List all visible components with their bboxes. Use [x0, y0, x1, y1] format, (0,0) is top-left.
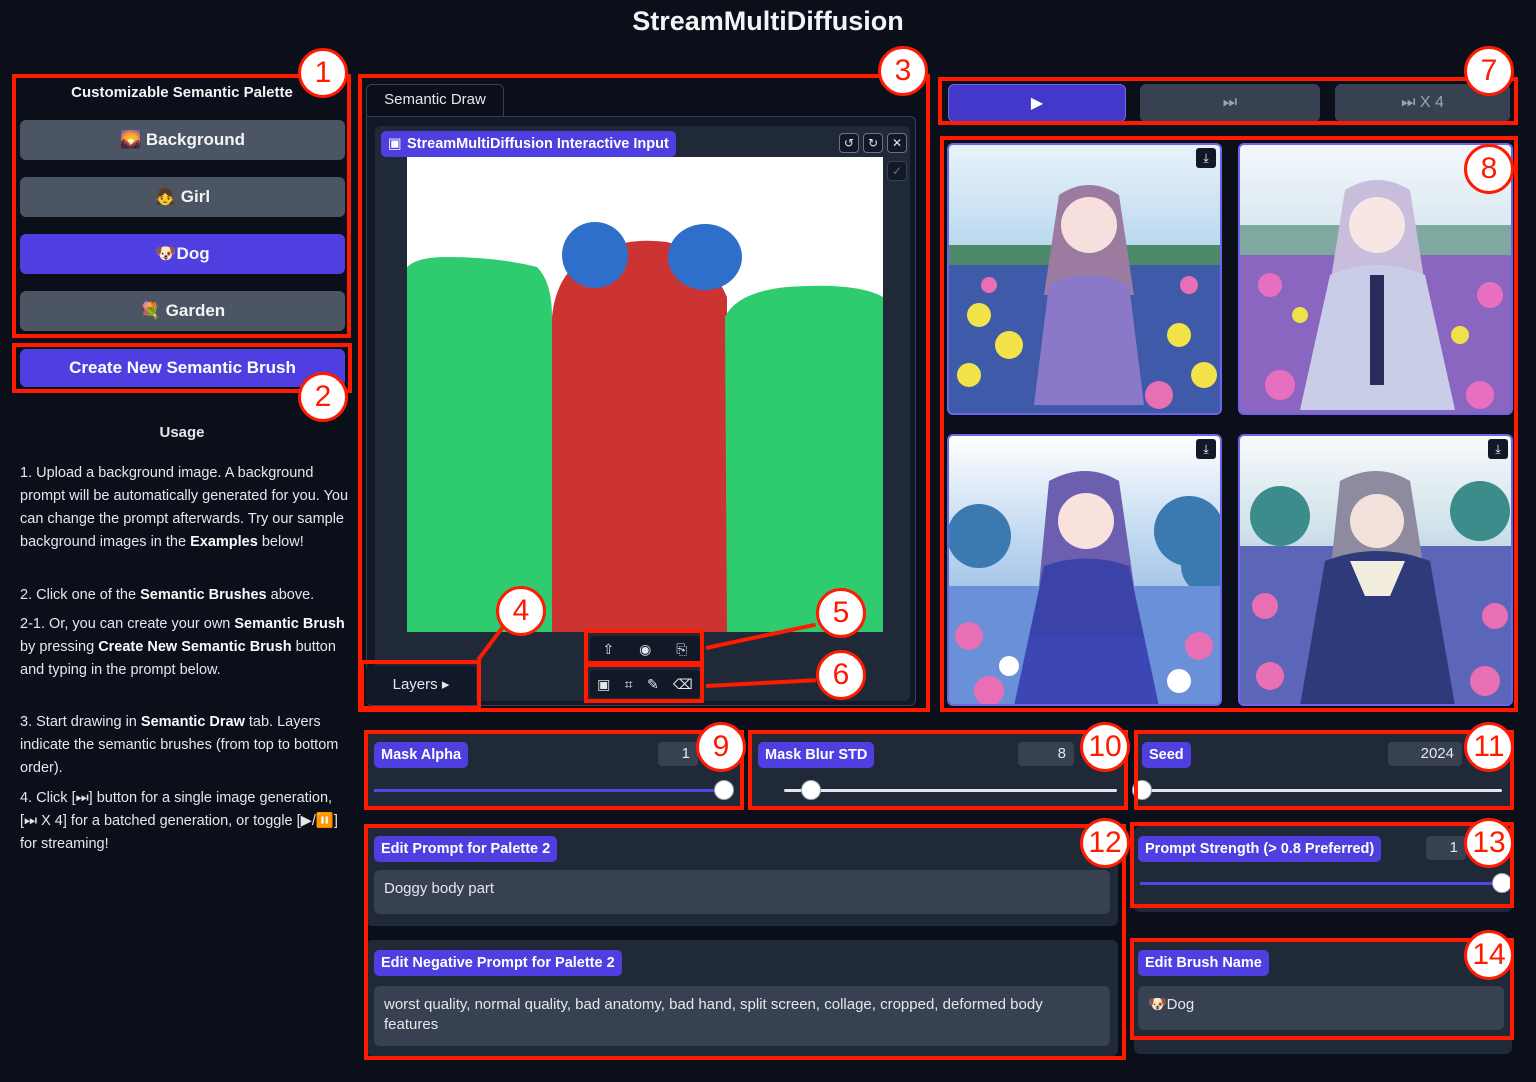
webcam-icon[interactable]: ◉ — [639, 641, 651, 658]
callout-8: 8 — [1464, 144, 1514, 194]
prompt-strength-fill — [1140, 882, 1502, 885]
check-icon[interactable]: ✓ — [887, 161, 907, 181]
close-icon[interactable]: ✕ — [887, 133, 907, 153]
generated-image-4 — [1240, 436, 1511, 704]
tool-toolbar: ▣ ⌗ ✎ ⌫ — [590, 670, 700, 698]
brush-icon[interactable]: ✎ — [647, 676, 659, 693]
clipboard-icon[interactable]: ⎘ — [676, 641, 687, 658]
canvas-drawing — [407, 222, 883, 632]
redo-icon[interactable]: ↻ — [863, 133, 883, 153]
brush-background-button[interactable]: 🌄 Background — [20, 120, 345, 160]
usage-step-2-1: 2-1. Or, you can create your own Semanti… — [20, 616, 345, 678]
callout-7: 7 — [1464, 46, 1514, 96]
callout-2: 2 — [298, 372, 348, 422]
drawing-canvas[interactable] — [407, 157, 883, 632]
create-brush-button[interactable]: Create New Semantic Brush — [20, 349, 345, 387]
mask-alpha-fill — [374, 789, 724, 792]
green-stroke-right — [725, 285, 883, 632]
prompt-input[interactable]: Doggy body part — [374, 870, 1110, 914]
image-tool-icon[interactable]: ▣ — [597, 676, 610, 693]
app-title: StreamMultiDiffusion — [632, 6, 904, 36]
stream-play-button[interactable]: ▶ — [948, 84, 1126, 122]
mask-blur-value[interactable]: 8 — [1018, 742, 1074, 766]
generated-image-3 — [949, 436, 1220, 704]
usage-step-3: 3. Start drawing in Semantic Draw tab. L… — [20, 714, 339, 776]
mask-blur-label: Mask Blur STD — [758, 742, 875, 768]
gallery-image-3[interactable] — [947, 434, 1222, 706]
mask-alpha-label: Mask Alpha — [374, 742, 469, 768]
usage-step-1: 1. Upload a background image. A backgrou… — [20, 465, 349, 550]
brush-name-label: Edit Brush Name — [1138, 950, 1269, 976]
callout-13: 13 — [1464, 818, 1514, 868]
eraser-icon[interactable]: ⌫ — [673, 676, 693, 693]
seed-track[interactable] — [1142, 789, 1502, 792]
brush-garden-button[interactable]: 💐 Garden — [20, 291, 345, 331]
prompt-strength-value[interactable]: 1 — [1426, 836, 1466, 860]
brush-dog-button[interactable]: 🐶Dog — [20, 234, 345, 274]
crop-icon[interactable]: ⌗ — [625, 676, 633, 693]
brush-name-input[interactable]: 🐶Dog — [1138, 986, 1504, 1030]
red-stroke-body — [552, 240, 727, 632]
editor-label: ▣ StreamMultiDiffusion Interactive Input — [381, 131, 676, 157]
palette-title: Customizable Semantic Palette — [71, 84, 293, 101]
generated-image-1 — [949, 145, 1220, 413]
green-stroke-left — [407, 257, 552, 632]
callout-11: 11 — [1464, 722, 1514, 772]
callout-10: 10 — [1080, 722, 1130, 772]
callout-9: 9 — [696, 722, 746, 772]
gallery-image-1[interactable] — [947, 143, 1222, 415]
seed-slider[interactable] — [1132, 780, 1152, 800]
blue-ear-left — [562, 222, 628, 288]
seed-label: Seed — [1142, 742, 1191, 768]
callout-3: 3 — [878, 46, 928, 96]
negative-prompt-label: Edit Negative Prompt for Palette 2 — [374, 950, 622, 976]
upload-icon[interactable]: ⇧ — [602, 641, 614, 658]
mask-blur-slider[interactable] — [800, 780, 821, 800]
download-icon[interactable]: ⤓ — [1196, 148, 1216, 168]
callout-4: 4 — [496, 586, 546, 636]
mask-alpha-slider[interactable] — [714, 780, 734, 800]
mask-blur-track[interactable] — [784, 789, 1117, 792]
download-icon[interactable]: ⤓ — [1488, 439, 1508, 459]
negative-prompt-input[interactable]: worst quality, normal quality, bad anato… — [374, 986, 1110, 1046]
callout-12: 12 — [1080, 818, 1130, 868]
mask-alpha-value[interactable]: 1 — [658, 742, 698, 766]
prompt-label: Edit Prompt for Palette 2 — [374, 836, 558, 862]
download-icon[interactable]: ⤓ — [1196, 439, 1216, 459]
gallery-image-4[interactable] — [1238, 434, 1513, 706]
callout-1: 1 — [298, 48, 348, 98]
layers-button[interactable]: Layers ▸ — [366, 666, 476, 704]
blue-ear-right — [668, 224, 742, 290]
brush-girl-button[interactable]: 👧 Girl — [20, 177, 345, 217]
usage-step-4: 4. Click [⏭] button for a single image g… — [20, 790, 338, 852]
image-icon: ▣ — [388, 136, 402, 152]
source-toolbar: ⇧ ◉ ⎘ — [590, 636, 700, 662]
prompt-strength-label: Prompt Strength (> 0.8 Preferred) — [1138, 836, 1382, 862]
callout-5: 5 — [816, 588, 866, 638]
callout-6: 6 — [816, 650, 866, 700]
usage-title: Usage — [159, 424, 205, 441]
prompt-strength-slider[interactable] — [1492, 873, 1512, 893]
tab-semantic-draw[interactable]: Semantic Draw — [366, 84, 504, 116]
callout-14: 14 — [1464, 930, 1514, 980]
usage-step-2: 2. Click one of the Semantic Brushes abo… — [20, 587, 315, 603]
seed-value[interactable]: 2024 — [1388, 742, 1462, 766]
undo-icon[interactable]: ↺ — [839, 133, 859, 153]
single-generate-button[interactable]: ⏭ — [1140, 84, 1320, 122]
